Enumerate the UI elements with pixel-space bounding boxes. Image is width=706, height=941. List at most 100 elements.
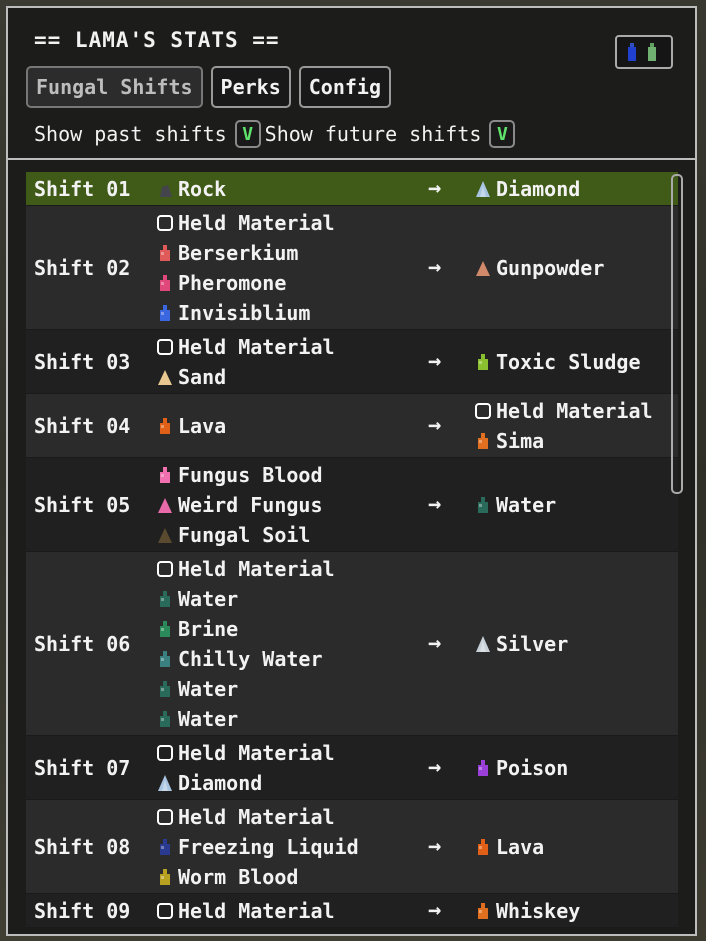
material-name: Pheromone xyxy=(178,270,287,295)
material-name: Whiskey xyxy=(496,898,581,923)
material-entry: Freezing Liquid xyxy=(156,832,359,862)
flask-icon xyxy=(156,678,174,700)
arrow-right-icon: → xyxy=(428,898,442,923)
material-name: Chilly Water xyxy=(178,646,323,671)
flask-icon xyxy=(474,836,492,858)
material-name: Lava xyxy=(496,834,545,859)
options-row: Show past shifts V Show future shifts V xyxy=(34,120,519,148)
material-entry: Held Material xyxy=(156,738,335,768)
shift-row: Shift 08 Held Material Freezing Liquid Worm… xyxy=(26,800,678,894)
material-name: Lava xyxy=(178,413,227,438)
held-material-icon xyxy=(156,900,174,922)
material-entry: Water xyxy=(156,674,335,704)
held-material-icon xyxy=(156,336,174,358)
shift-row: Shift 03 Held Material Sand → Toxic Sludge xyxy=(26,330,678,394)
material-entry: Sima xyxy=(474,426,653,456)
held-material-icon xyxy=(156,806,174,828)
flask-icon xyxy=(474,351,492,373)
material-entry: Lava xyxy=(474,832,544,862)
flask-icon xyxy=(474,757,492,779)
material-entry: Held Material xyxy=(156,208,335,238)
tab-bar: Fungal Shifts Perks Config xyxy=(26,66,392,108)
show-future-label: Show future shifts xyxy=(264,122,482,146)
material-entry: Lava xyxy=(156,411,226,441)
material-entry: Silver xyxy=(474,629,568,659)
powder-icon xyxy=(156,494,174,516)
show-past-checkbox[interactable]: V xyxy=(234,120,261,148)
close-button[interactable] xyxy=(615,35,673,69)
shift-list: Shift 01 Rock → Diamond Shift 02 Held Materia… xyxy=(26,172,678,928)
material-name: Weird Fungus xyxy=(178,492,323,517)
material-entry: Pheromone xyxy=(156,268,335,298)
to-materials: Toxic Sludge xyxy=(474,347,641,377)
tab-config[interactable]: Config xyxy=(298,66,392,108)
material-name: Diamond xyxy=(496,176,581,201)
arrow-right-icon: → xyxy=(428,413,442,438)
flask-icon xyxy=(156,272,174,294)
material-entry: Weird Fungus xyxy=(156,490,323,520)
material-name: Fungus Blood xyxy=(178,462,323,487)
material-entry: Chilly Water xyxy=(156,644,335,674)
to-materials: Water xyxy=(474,490,556,520)
flask-icon xyxy=(156,618,174,640)
material-entry: Held Material xyxy=(156,554,335,584)
flask-icon xyxy=(474,900,492,922)
shift-label: Shift 07 xyxy=(34,755,131,780)
material-entry: Water xyxy=(474,490,556,520)
material-name: Berserkium xyxy=(178,240,299,265)
powder-icon xyxy=(156,524,174,546)
material-name: Water xyxy=(178,586,239,611)
material-entry: Fungal Soil xyxy=(156,520,323,550)
flask-icon xyxy=(156,648,174,670)
arrow-right-icon: → xyxy=(428,176,442,201)
flask-icon xyxy=(156,708,174,730)
held-material-icon xyxy=(156,742,174,764)
material-name: Invisiblium xyxy=(178,300,311,325)
arrow-right-icon: → xyxy=(428,349,442,374)
powder-icon xyxy=(156,366,174,388)
flask-icon xyxy=(156,415,174,437)
stats-window: == LAMA'S STATS == Fungal Shifts Perks C… xyxy=(6,6,697,936)
shift-row: Shift 02 Held Material Berserkium Pheromone… xyxy=(26,206,678,330)
shift-row: Shift 06 Held Material Water Brine Chilly Wa… xyxy=(26,552,678,736)
material-entry: Water xyxy=(156,584,335,614)
from-materials: Lava xyxy=(156,411,226,441)
from-materials: Fungus Blood Weird Fungus Fungal Soil xyxy=(156,460,323,550)
to-materials: Whiskey xyxy=(474,896,580,926)
material-name: Water xyxy=(178,706,239,731)
scrollbar-thumb[interactable] xyxy=(671,174,683,494)
material-name: Sima xyxy=(496,428,545,453)
shift-label: Shift 01 xyxy=(34,176,131,201)
shift-label: Shift 09 xyxy=(34,898,131,923)
material-name: Toxic Sludge xyxy=(496,349,641,374)
material-name: Held Material xyxy=(178,740,335,765)
rock-icon xyxy=(156,178,174,200)
shift-row: Shift 04 Lava → Held Material Sima xyxy=(26,394,678,458)
crystal-icon xyxy=(474,633,492,655)
window-title: == LAMA'S STATS == xyxy=(34,28,280,52)
shift-label: Shift 03 xyxy=(34,349,131,374)
to-materials: Held Material Sima xyxy=(474,396,653,456)
from-materials: Held Material Sand xyxy=(156,332,335,392)
material-name: Held Material xyxy=(178,556,335,581)
material-entry: Brine xyxy=(156,614,335,644)
header-divider xyxy=(8,158,695,160)
flask-icon xyxy=(474,494,492,516)
arrow-right-icon: → xyxy=(428,255,442,280)
shift-label: Shift 05 xyxy=(34,492,131,517)
material-entry: Invisiblium xyxy=(156,298,335,328)
to-materials: Silver xyxy=(474,629,568,659)
arrow-right-icon: → xyxy=(428,631,442,656)
material-entry: Sand xyxy=(156,362,335,392)
material-entry: Worm Blood xyxy=(156,862,359,892)
shift-label: Shift 04 xyxy=(34,413,131,438)
flask-icon xyxy=(474,430,492,452)
material-name: Silver xyxy=(496,631,569,656)
material-entry: Gunpowder xyxy=(474,253,604,283)
show-future-checkbox[interactable]: V xyxy=(489,120,516,148)
material-name: Held Material xyxy=(178,334,335,359)
shift-row: Shift 01 Rock → Diamond xyxy=(26,172,678,206)
tab-perks[interactable]: Perks xyxy=(210,66,291,108)
tab-fungal-shifts[interactable]: Fungal Shifts xyxy=(26,66,203,108)
flask-icon xyxy=(156,836,174,858)
